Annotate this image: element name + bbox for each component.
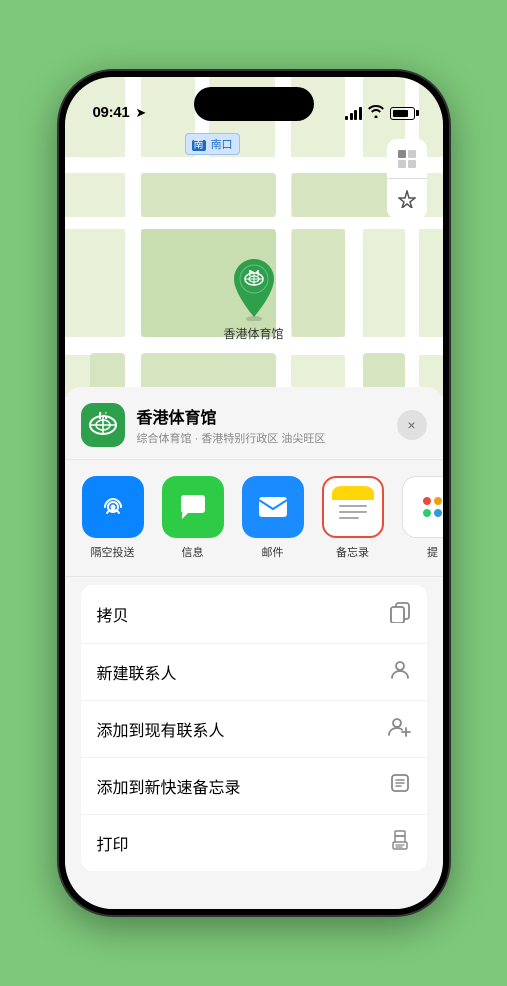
share-item-airdrop[interactable]: 隔空投送 xyxy=(81,476,145,560)
notes-icon-wrap xyxy=(322,476,384,538)
map-venue-name: 香港体育馆 xyxy=(223,325,283,342)
note-icon xyxy=(389,772,411,800)
action-list: 拷贝 新建联系人 xyxy=(81,585,427,871)
action-add-to-contact[interactable]: 添加到现有联系人 xyxy=(81,701,427,758)
action-quick-note[interactable]: 添加到新快速备忘录 xyxy=(81,758,427,815)
more-icon-wrap xyxy=(402,476,443,538)
share-item-notes[interactable]: 备忘录 xyxy=(321,476,385,560)
phone-frame: 09:41 ➤ xyxy=(59,71,449,915)
venue-avatar xyxy=(81,403,125,447)
share-item-mail[interactable]: 邮件 xyxy=(241,476,305,560)
signal-bars xyxy=(345,107,362,120)
status-icons xyxy=(345,105,415,121)
bottom-sheet: 香港体育馆 综合体育馆 · 香港特别行政区 油尖旺区 × xyxy=(65,387,443,909)
battery-icon xyxy=(390,107,415,120)
map-controls xyxy=(387,139,427,219)
action-print[interactable]: 打印 xyxy=(81,815,427,871)
action-copy-text: 拷贝 xyxy=(97,602,129,626)
wifi-icon xyxy=(368,105,384,121)
status-time: 09:41 xyxy=(93,104,130,121)
person-icon xyxy=(389,658,411,686)
copy-icon xyxy=(389,599,411,629)
venue-label-text: 南口 xyxy=(211,139,233,151)
action-new-contact[interactable]: 新建联系人 xyxy=(81,644,427,701)
action-copy[interactable]: 拷贝 xyxy=(81,585,427,644)
venue-info: 香港体育馆 综合体育馆 · 香港特别行政区 油尖旺区 xyxy=(137,404,385,446)
map-type-button[interactable] xyxy=(387,139,427,179)
mail-icon-wrap xyxy=(242,476,304,538)
action-quick-note-text: 添加到新快速备忘录 xyxy=(97,774,241,798)
messages-label: 信息 xyxy=(182,544,204,560)
map-pin: 香港体育馆 xyxy=(223,257,283,342)
more-label: 提 xyxy=(427,544,438,560)
share-item-messages[interactable]: 信息 xyxy=(161,476,225,560)
messages-icon-wrap xyxy=(162,476,224,538)
action-print-text: 打印 xyxy=(97,831,129,855)
airdrop-icon-wrap xyxy=(82,476,144,538)
venue-subtitle: 综合体育馆 · 香港特别行政区 油尖旺区 xyxy=(137,430,385,446)
action-new-contact-text: 新建联系人 xyxy=(97,660,177,684)
venue-label-prefix: 南 xyxy=(192,140,206,151)
share-item-more[interactable]: 提 xyxy=(401,476,443,560)
share-row: 隔空投送 信息 xyxy=(65,460,443,577)
notes-label: 备忘录 xyxy=(336,544,369,560)
action-add-to-contact-text: 添加到现有联系人 xyxy=(97,717,225,741)
location-icon: ➤ xyxy=(135,105,146,121)
phone-screen: 09:41 ➤ xyxy=(65,77,443,909)
person-add-icon xyxy=(387,715,411,743)
dynamic-island xyxy=(194,87,314,121)
print-icon xyxy=(389,829,411,857)
venue-label-map: 南 南口 xyxy=(185,133,240,155)
sheet-header: 香港体育馆 综合体育馆 · 香港特别行政区 油尖旺区 × xyxy=(65,387,443,460)
close-button[interactable]: × xyxy=(397,410,427,440)
airdrop-label: 隔空投送 xyxy=(91,544,135,560)
venue-title: 香港体育馆 xyxy=(137,404,385,428)
mail-label: 邮件 xyxy=(262,544,284,560)
location-button[interactable] xyxy=(387,179,427,219)
